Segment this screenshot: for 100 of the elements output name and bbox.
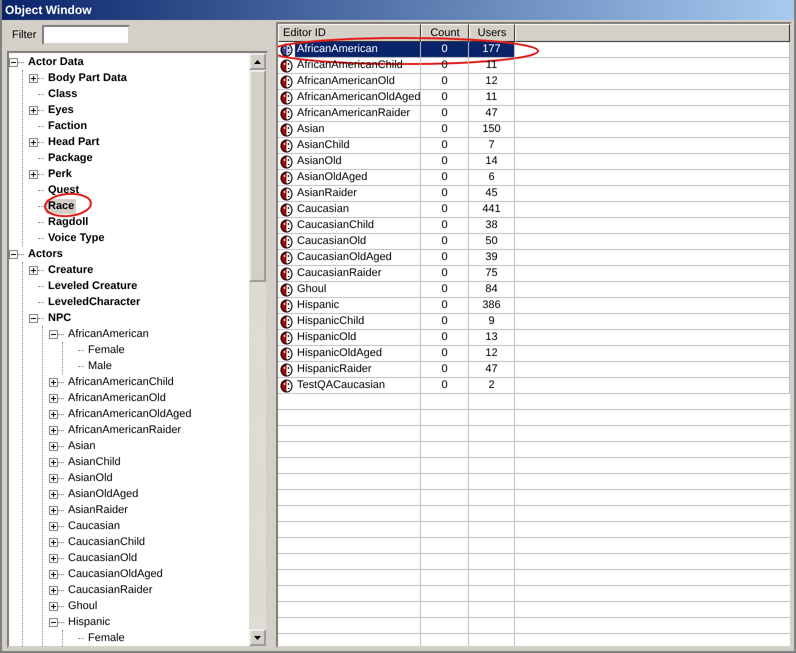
table-cell[interactable]: CaucasianChild — [295, 218, 420, 233]
tree-item[interactable]: Faction — [46, 118, 90, 134]
expand-icon[interactable] — [49, 506, 58, 514]
scroll-up-button[interactable] — [249, 53, 266, 70]
collapse-icon[interactable] — [9, 250, 18, 258]
expand-icon[interactable] — [29, 138, 38, 146]
table-cell[interactable]: TestQACaucasian — [295, 378, 420, 393]
expand-icon[interactable] — [49, 378, 58, 386]
tree-item[interactable]: Race — [46, 198, 76, 214]
tree-item[interactable]: CaucasianRaider — [66, 582, 154, 598]
tree-item[interactable]: Perk — [46, 166, 74, 182]
tree-item[interactable]: Hispanic — [66, 614, 112, 630]
expand-icon[interactable] — [49, 490, 58, 498]
table-cell[interactable]: AsianOldAged — [295, 170, 420, 185]
table-cell[interactable]: Ghoul — [295, 282, 420, 297]
mask-icon — [280, 106, 293, 120]
table-cell[interactable]: HispanicOldAged — [295, 346, 420, 361]
tree-item[interactable]: Ragdoll — [46, 214, 90, 230]
table-cell: 11 — [469, 90, 515, 106]
tree-item[interactable]: Class — [46, 86, 80, 102]
tree-item[interactable]: Female — [86, 630, 127, 646]
expand-icon[interactable] — [49, 458, 58, 466]
expand-icon[interactable] — [49, 522, 58, 530]
table-cell[interactable]: CaucasianRaider — [295, 266, 420, 281]
table-cell[interactable]: Hispanic — [295, 298, 420, 313]
collapse-icon[interactable] — [49, 618, 58, 626]
table-cell[interactable]: Asian — [295, 122, 420, 137]
column-header[interactable]: Users — [469, 24, 515, 42]
collapse-icon[interactable] — [9, 58, 18, 66]
filter-field[interactable] — [42, 25, 130, 45]
tree-item[interactable]: Body Part Data — [46, 70, 129, 86]
tree-item[interactable]: LeveledCharacter — [46, 294, 142, 310]
table-cell[interactable]: AfricanAmericanOldAged — [295, 90, 423, 105]
tree-item[interactable]: Asian — [66, 438, 98, 454]
table-cell[interactable]: CaucasianOld — [295, 234, 420, 249]
expand-icon[interactable] — [29, 74, 38, 82]
expand-icon[interactable] — [49, 410, 58, 418]
table-cell[interactable]: HispanicOld — [295, 330, 420, 345]
tree-item[interactable]: Leveled Creature — [46, 278, 140, 294]
tree-item[interactable]: Creature — [46, 262, 96, 278]
tree-item[interactable]: Actors — [26, 246, 65, 262]
tree-item[interactable]: AfricanAmericanRaider — [66, 422, 184, 438]
tree-item[interactable]: AsianChild — [66, 454, 123, 470]
tree-item[interactable]: CaucasianChild — [66, 534, 148, 550]
table-cell[interactable]: HispanicChild — [295, 314, 420, 329]
tree-item[interactable]: Actor Data — [26, 54, 86, 70]
tree-item[interactable]: Male — [86, 358, 114, 374]
mask-icon — [280, 170, 293, 184]
expand-icon[interactable] — [49, 538, 58, 546]
tree-item[interactable]: Package — [46, 150, 95, 166]
mask-icon — [280, 330, 293, 344]
expand-icon[interactable] — [29, 170, 38, 178]
arrow-down-icon — [254, 636, 261, 640]
tree-item[interactable]: Eyes — [46, 102, 76, 118]
table-cell: 386 — [469, 298, 515, 314]
tree-item[interactable]: AfricanAmericanOldAged — [66, 406, 194, 422]
collapse-icon[interactable] — [29, 314, 38, 322]
tree-item[interactable]: Quest — [46, 182, 82, 198]
expand-icon[interactable] — [49, 602, 58, 610]
column-header[interactable]: Editor ID — [278, 24, 421, 42]
tree-item[interactable]: AfricanAmericanChild — [66, 374, 176, 390]
expand-icon[interactable] — [49, 426, 58, 434]
expand-icon[interactable] — [49, 554, 58, 562]
tree-item[interactable]: AfricanAmericanOld — [66, 390, 168, 406]
expand-icon[interactable] — [49, 442, 58, 450]
expand-icon[interactable] — [49, 474, 58, 482]
tree-item[interactable]: Female — [86, 342, 127, 358]
expand-icon[interactable] — [29, 106, 38, 114]
mask-icon — [280, 218, 293, 232]
table-cell[interactable]: AfricanAmericanRaider — [295, 106, 420, 121]
table-cell: 0 — [421, 298, 469, 314]
tree-item[interactable]: NPC — [46, 310, 74, 326]
table-cell[interactable]: CaucasianOldAged — [295, 250, 420, 265]
tree-item[interactable]: AsianOldAged — [66, 486, 140, 502]
scroll-down-button[interactable] — [249, 629, 266, 646]
table-cell: 7 — [469, 138, 515, 154]
tree-item[interactable]: Head Part — [46, 134, 102, 150]
collapse-icon[interactable] — [49, 330, 58, 338]
mask-icon — [280, 42, 293, 56]
table-cell[interactable]: AfricanAmerican — [295, 42, 420, 57]
expand-icon[interactable] — [49, 570, 58, 578]
tree-item[interactable]: AfricanAmerican — [66, 326, 151, 342]
expand-icon[interactable] — [49, 394, 58, 402]
table-cell[interactable]: Caucasian — [295, 202, 420, 217]
tree-item[interactable]: CaucasianOld — [66, 550, 140, 566]
tree-item[interactable]: Caucasian — [66, 518, 122, 534]
table-cell[interactable]: AsianOld — [295, 154, 420, 169]
tree-item[interactable]: AsianOld — [66, 470, 115, 486]
tree-item[interactable]: AsianRaider — [66, 502, 130, 518]
table-cell[interactable]: AfricanAmericanOld — [295, 74, 420, 89]
table-cell[interactable]: AsianChild — [295, 138, 420, 153]
expand-icon[interactable] — [29, 266, 38, 274]
tree-item[interactable]: Ghoul — [66, 598, 100, 614]
expand-icon[interactable] — [49, 586, 58, 594]
table-cell[interactable]: AsianRaider — [295, 186, 420, 201]
tree-item[interactable]: Voice Type — [46, 230, 106, 246]
scrollbar[interactable] — [249, 53, 266, 646]
table-cell[interactable]: HispanicRaider — [295, 362, 420, 377]
tree-item[interactable]: CaucasianOldAged — [66, 566, 165, 582]
scrollbar-thumb[interactable] — [249, 70, 266, 282]
